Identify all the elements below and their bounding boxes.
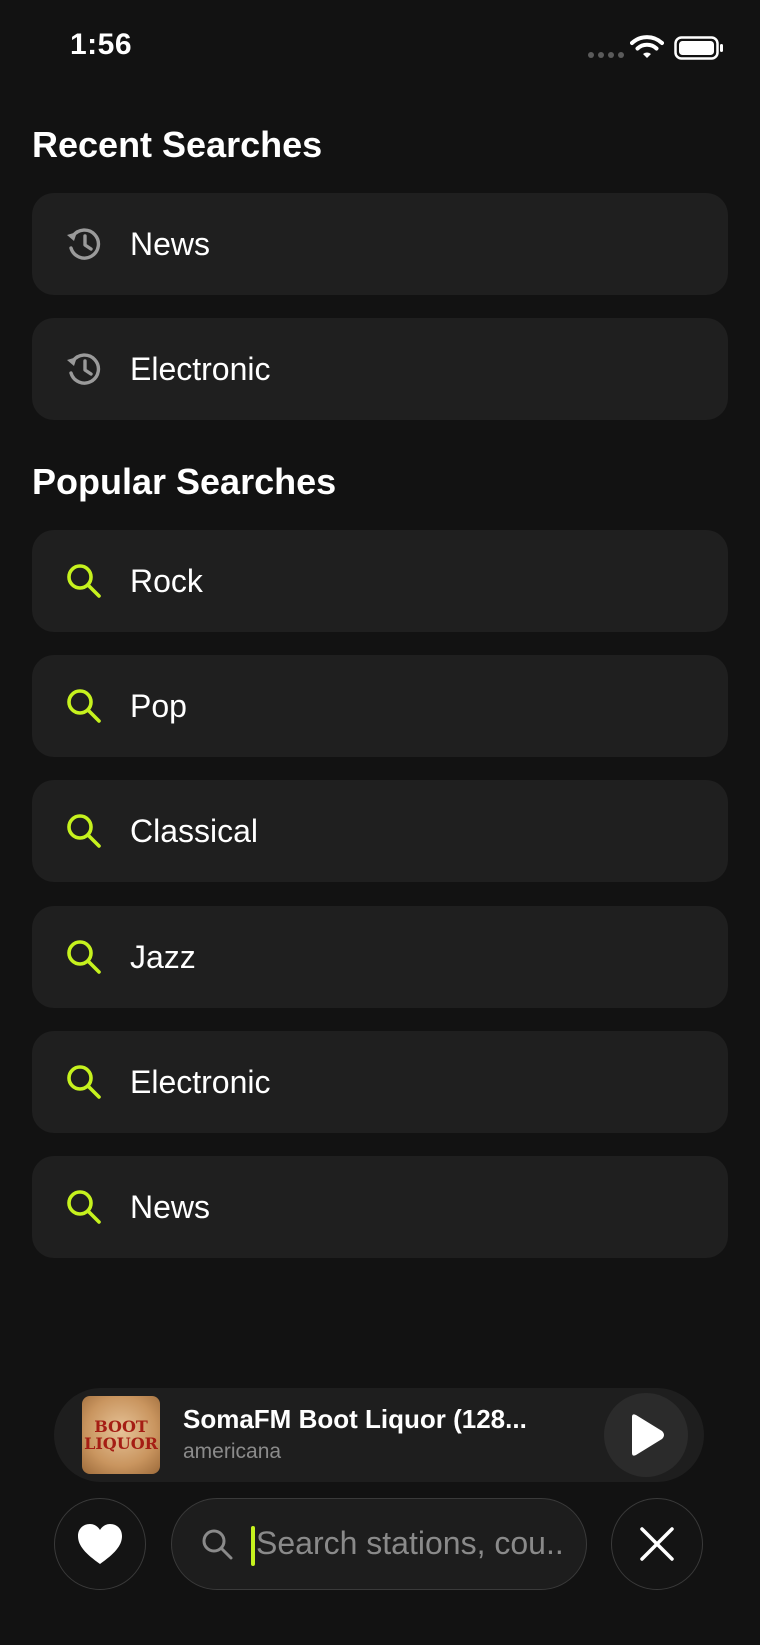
recent-search-item[interactable]: News — [32, 193, 728, 295]
now-playing-subtitle: americana — [183, 1440, 282, 1463]
popular-search-label: Electronic — [130, 1063, 271, 1100]
battery-icon — [674, 36, 723, 60]
search-input[interactable] — [256, 1499, 566, 1588]
popular-search-item[interactable]: Pop — [32, 655, 728, 757]
recent-search-label: Electronic — [130, 350, 271, 387]
search-bar[interactable] — [171, 1498, 587, 1590]
popular-search-item[interactable]: Classical — [32, 780, 728, 882]
popular-search-item[interactable]: Rock — [32, 530, 728, 632]
station-artwork: BOOT LIQUOR — [82, 1396, 160, 1474]
text-cursor — [251, 1526, 255, 1566]
close-button[interactable] — [611, 1498, 703, 1590]
recent-search-label: News — [130, 225, 211, 262]
search-icon — [62, 935, 106, 979]
recent-searches-title: Recent Searches — [32, 124, 323, 165]
popular-search-label: Pop — [130, 687, 187, 724]
search-icon — [62, 809, 106, 853]
search-icon — [62, 1185, 106, 1229]
cellular-signal-icon — [588, 52, 624, 58]
artwork-text-line-2: LIQUOR — [84, 1434, 158, 1453]
popular-search-item[interactable]: Jazz — [32, 906, 728, 1008]
popular-search-item[interactable]: News — [32, 1156, 728, 1258]
popular-search-label: News — [130, 1188, 211, 1225]
popular-searches-title: Popular Searches — [32, 461, 337, 502]
recent-search-item[interactable]: Electronic — [32, 318, 728, 420]
play-button[interactable] — [604, 1393, 688, 1477]
history-icon — [62, 222, 106, 266]
status-time: 1:56 — [70, 28, 133, 61]
history-icon — [62, 347, 106, 391]
wifi-icon — [630, 35, 664, 58]
search-icon — [62, 1060, 106, 1104]
popular-search-label: Jazz — [130, 938, 196, 975]
popular-search-label: Rock — [130, 562, 203, 599]
search-icon — [62, 684, 106, 728]
now-playing-title: SomaFM Boot Liquor (128... — [183, 1404, 527, 1434]
heart-icon — [78, 1524, 122, 1564]
play-icon — [632, 1414, 664, 1456]
close-icon — [640, 1527, 674, 1561]
search-icon — [62, 559, 106, 603]
favorites-button[interactable] — [54, 1498, 146, 1590]
artwork-text-line-1: BOOT — [94, 1417, 148, 1436]
search-icon — [202, 1529, 233, 1560]
now-playing-bar[interactable]: BOOT LIQUOR SomaFM Boot Liquor (128... a… — [54, 1388, 704, 1482]
status-bar: 1:56 — [0, 0, 760, 96]
popular-search-label: Classical — [130, 812, 259, 849]
popular-search-item[interactable]: Electronic — [32, 1031, 728, 1133]
